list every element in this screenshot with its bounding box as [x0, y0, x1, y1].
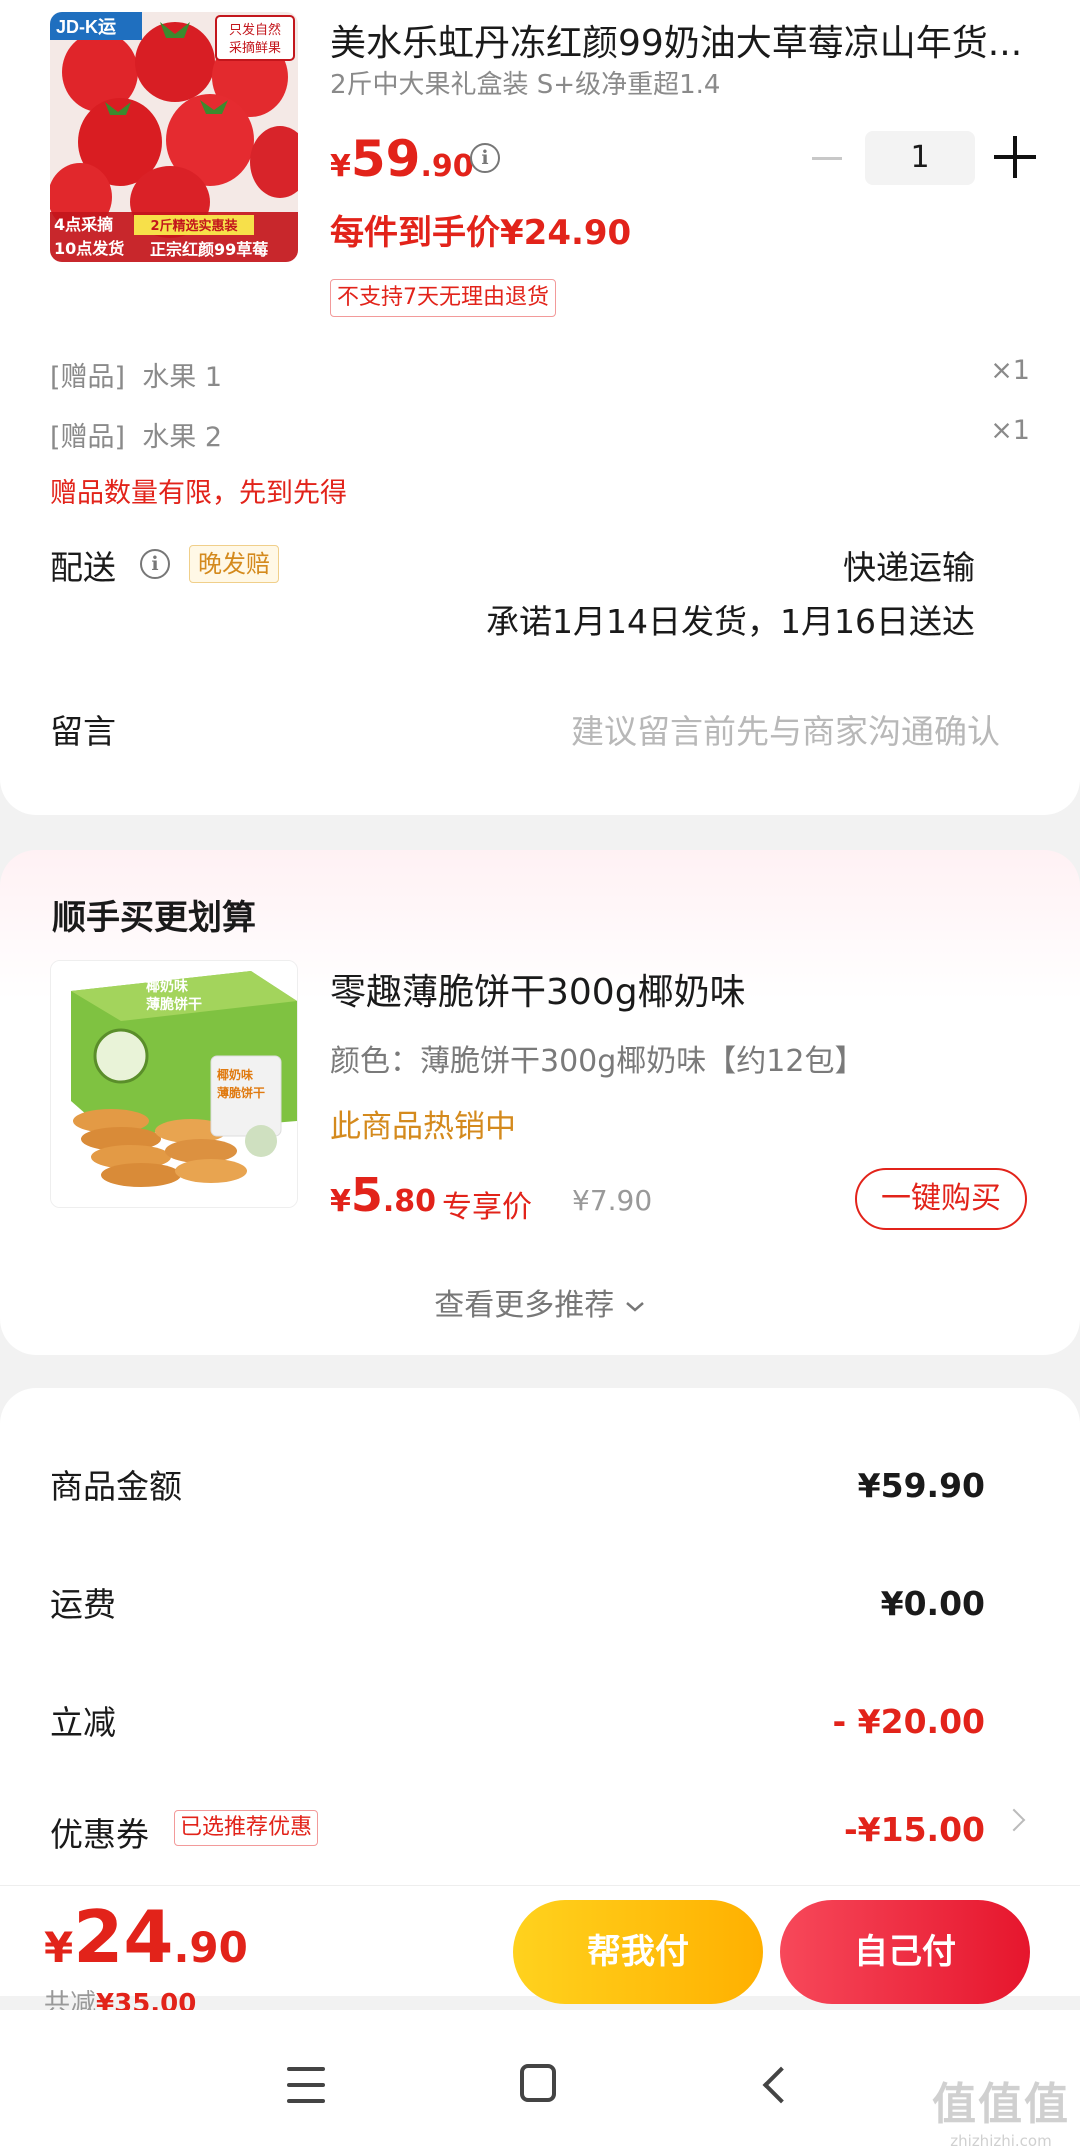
watermark-logo: 值值值 zhizhizhi.com: [932, 2079, 1070, 2150]
one-click-buy-button[interactable]: 一键购买: [855, 1168, 1027, 1230]
upsell-section-title: 顺手买更划算: [52, 898, 256, 938]
upsell-image-text-2: 薄脆饼干: [146, 996, 202, 1013]
upsell-product-image[interactable]: 椰奶味 薄脆饼干 椰奶味 薄脆饼干: [50, 960, 298, 1208]
gift-item: [赠品] 水果 1: [50, 362, 223, 393]
chevron-down-icon: [625, 1301, 644, 1312]
per-item-price: 每件到手价¥24.90: [330, 213, 632, 253]
message-input[interactable]: 建议留言前先与商家沟通确认: [571, 705, 1000, 753]
upsell-image-text-1: 椰奶味: [146, 978, 188, 995]
product-price: ¥59.90: [330, 130, 474, 188]
upsell-product-name[interactable]: 零趣薄脆饼干300g椰奶味: [330, 963, 746, 1015]
coupon-value[interactable]: -¥15.00: [844, 1810, 985, 1849]
total-price: ¥24.90: [44, 1895, 248, 1979]
gift-qty: ×1: [990, 415, 1030, 446]
goods-amount-value: ¥59.90: [857, 1466, 985, 1505]
late-compensation-badge[interactable]: 晚发赔: [189, 545, 279, 583]
svg-text:正宗红颜99草莓: 正宗红颜99草莓: [150, 240, 268, 259]
upsell-price: ¥5.80: [330, 1168, 437, 1222]
delivery-method[interactable]: 快递运输: [843, 541, 975, 589]
svg-text:椰奶味: 椰奶味: [217, 1067, 253, 1082]
freight-value: ¥0.00: [880, 1584, 985, 1623]
upsell-original-price: ¥7.90: [572, 1184, 653, 1217]
discount-label: 立减: [50, 1703, 116, 1742]
image-badge-text: JD-K运: [56, 17, 116, 37]
delivery-promise: 承诺1月14日发货，1月16日送达: [486, 602, 975, 641]
home-icon[interactable]: [520, 2064, 556, 2102]
coupon-recommended-badge: 已选推荐优惠: [174, 1810, 319, 1846]
product-image[interactable]: JD-K运 只发自然 采摘鲜果 4点采摘 10点发货 2斤精选实惠装 正宗红颜9…: [50, 12, 298, 262]
price-info-icon[interactable]: i: [470, 143, 500, 173]
freight-label: 运费: [50, 1585, 116, 1624]
product-spec[interactable]: 2斤中大果礼盒装 S+级净重超1.4: [330, 64, 720, 101]
upsell-product-spec: 颜色：薄脆饼干300g椰奶味【约12包】: [330, 1044, 865, 1079]
recent-apps-icon[interactable]: [287, 2067, 325, 2103]
svg-text:10点发货: 10点发货: [54, 239, 124, 258]
quantity-decrease-button[interactable]: [812, 157, 842, 160]
quantity-increase-button[interactable]: [994, 136, 1036, 178]
self-pay-button[interactable]: 自己付: [780, 1900, 1030, 2004]
help-pay-button[interactable]: 帮我付: [513, 1900, 763, 2004]
delivery-label: 配送: [50, 548, 116, 587]
upsell-exclusive-label: 专享价: [442, 1190, 532, 1225]
more-recommendations-link[interactable]: 查看更多推荐: [0, 1280, 1080, 1324]
upsell-hot-label: 此商品热销中: [330, 1109, 516, 1145]
delivery-info-icon[interactable]: i: [140, 549, 170, 579]
gift-qty: ×1: [990, 355, 1030, 386]
quantity-input[interactable]: 1: [865, 131, 975, 185]
svg-text:4点采摘: 4点采摘: [54, 215, 113, 234]
svg-text:只发自然: 只发自然: [229, 22, 281, 38]
product-title[interactable]: 美水乐虹丹冻红颜99奶油大草莓凉山年货...: [330, 14, 1030, 66]
no-return-tag: 不支持7天无理由退货: [330, 279, 556, 317]
message-label: 留言: [50, 712, 116, 751]
svg-text:薄脆饼干: 薄脆饼干: [217, 1085, 265, 1100]
svg-text:采摘鲜果: 采摘鲜果: [229, 40, 281, 56]
discount-value: - ¥20.00: [832, 1702, 985, 1741]
coupon-label: 优惠券: [50, 1815, 149, 1854]
svg-text:2斤精选实惠装: 2斤精选实惠装: [150, 218, 237, 234]
goods-amount-label: 商品金额: [50, 1467, 182, 1506]
gift-note: 赠品数量有限，先到先得: [50, 478, 347, 509]
gift-item: [赠品] 水果 2: [50, 422, 223, 453]
